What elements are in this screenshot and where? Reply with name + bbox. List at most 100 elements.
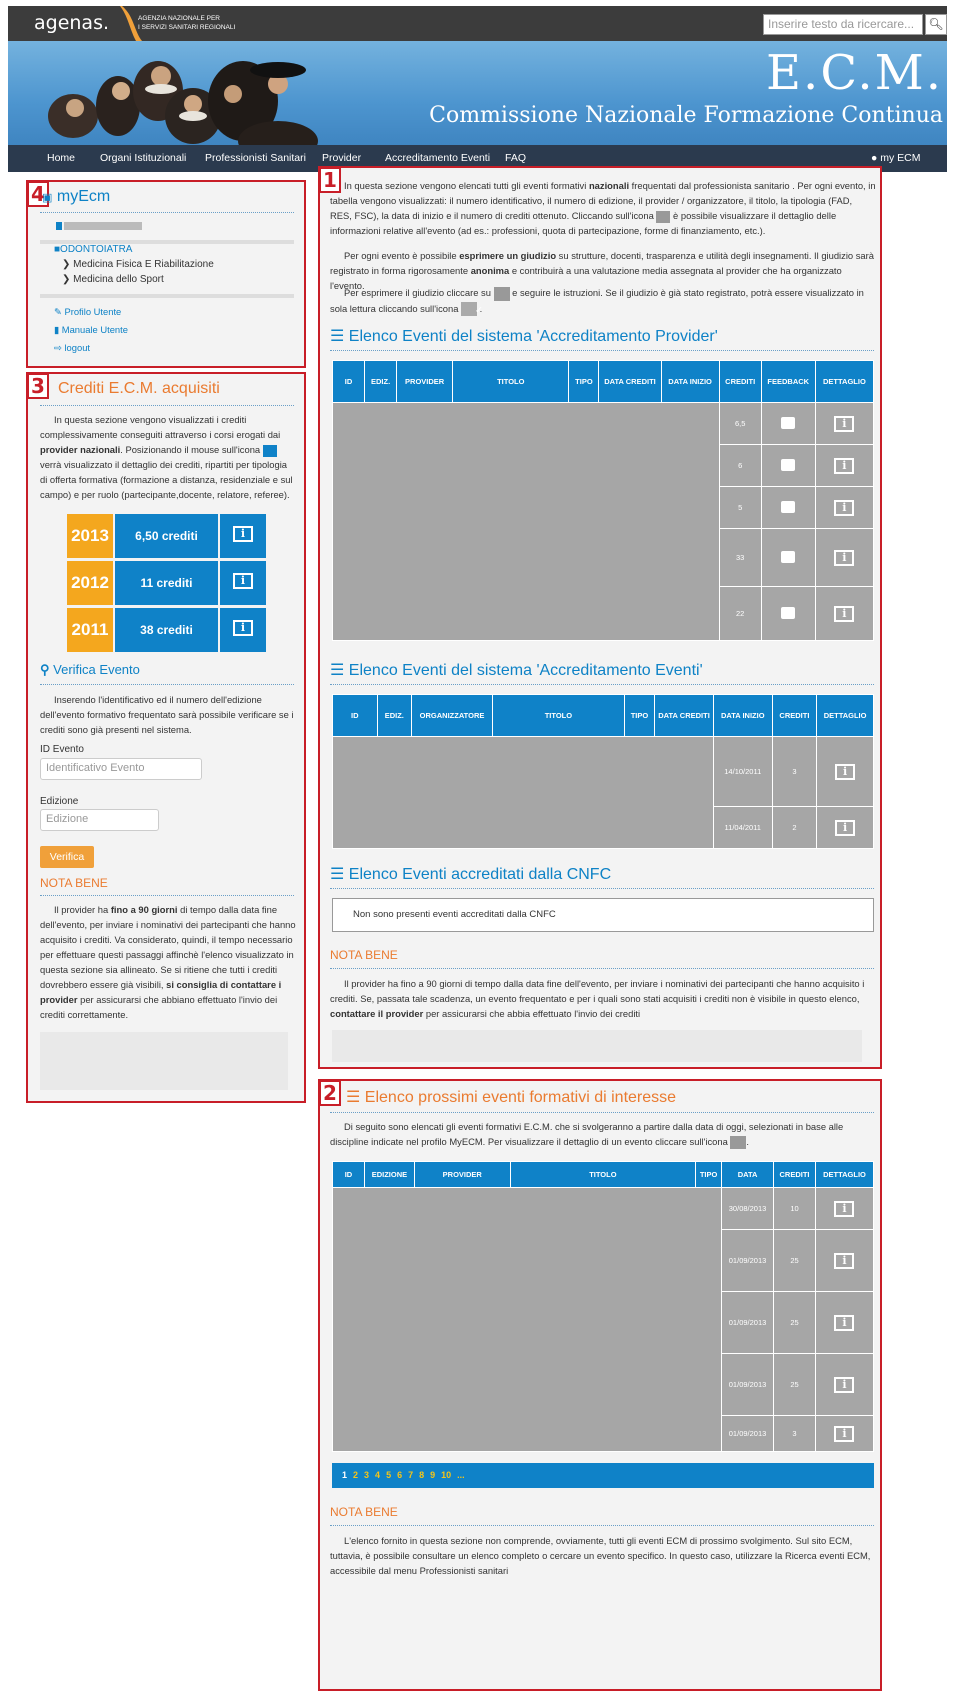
verify-button[interactable]: Verifica <box>40 846 94 868</box>
divider <box>330 888 874 889</box>
feedback-button[interactable] <box>760 528 816 587</box>
credits-cell: 3 <box>771 736 818 807</box>
thumbs-up-icon <box>781 416 796 429</box>
nota-title: NOTA BENE <box>40 876 108 890</box>
search-input[interactable]: Inserire testo da ricercare... <box>763 14 923 35</box>
col-header: ORGANIZZATORE <box>410 694 494 737</box>
page-link[interactable]: 6 <box>397 1470 402 1480</box>
page-link[interactable]: 3 <box>364 1470 369 1480</box>
table1-title: ☰ Elenco Eventi del sistema 'Accreditame… <box>330 328 718 345</box>
user-name-redacted <box>64 222 142 230</box>
page-link[interactable]: ... <box>457 1470 465 1480</box>
credits-cell: 33 <box>718 528 762 587</box>
info-button[interactable]: i <box>220 561 266 605</box>
verify-title: ⚲ Verifica Evento <box>40 662 140 677</box>
col-header: DETTAGLIO <box>814 360 875 403</box>
info-icon: i <box>834 1200 855 1217</box>
banner-title: E.C.M. <box>766 45 943 101</box>
discipline-item: ❯ Medicina Fisica E Riabilitazione <box>62 259 214 270</box>
date-cell: 14/10/2011 <box>712 736 773 807</box>
col-header: EDIZ. <box>376 694 413 737</box>
page-link[interactable]: 8 <box>419 1470 424 1480</box>
info-icon: i <box>834 499 855 516</box>
feedback-button[interactable] <box>760 486 816 529</box>
year-tile: 2012 <box>67 561 113 605</box>
detail-button[interactable]: i <box>814 1415 875 1452</box>
table-row: 30/08/2013 10 i <box>331 1187 875 1452</box>
cnfc-empty-message: Non sono presenti eventi accreditati dal… <box>332 898 874 932</box>
detail-button[interactable]: i <box>814 444 875 487</box>
detail-button[interactable]: i <box>814 1353 875 1416</box>
detail-button[interactable]: i <box>814 486 875 529</box>
col-header: CREDITI <box>773 1161 816 1188</box>
detail-button[interactable]: i <box>814 402 875 445</box>
feedback-button[interactable] <box>760 586 816 641</box>
nav-faq[interactable]: FAQ <box>505 152 526 164</box>
page-link[interactable]: 4 <box>375 1470 380 1480</box>
info-button[interactable]: i <box>220 608 266 652</box>
page-link[interactable]: 5 <box>386 1470 391 1480</box>
col-header: ID <box>332 694 378 737</box>
page-link[interactable]: 7 <box>408 1470 413 1480</box>
table-row: 14/10/2011 3 i <box>332 736 874 849</box>
event-id-input[interactable]: Identificativo Evento <box>40 758 202 780</box>
nav-provider[interactable]: Provider <box>322 152 361 164</box>
profile-link[interactable]: ✎ Profilo Utente <box>54 304 121 319</box>
date-cell: 01/09/2013 <box>721 1353 775 1416</box>
upcoming-events-table: ID EDIZIONE PROVIDER TITOLO TIPO DATA CR… <box>331 1161 875 1452</box>
manual-link[interactable]: ▮ Manuale Utente <box>54 322 128 337</box>
nav-my-ecm[interactable]: ● my ECM <box>871 152 921 164</box>
detail-button[interactable]: i <box>814 1291 875 1354</box>
credits-cell: 6,5 <box>718 402 762 445</box>
date-cell: 30/08/2013 <box>721 1187 775 1230</box>
divider <box>40 405 294 406</box>
credits-panel: 3 Crediti E.C.M. acquisiti In questa sez… <box>26 372 306 1103</box>
nav-organi[interactable]: Organi Istituzionali <box>100 152 186 164</box>
verify-text: Inserendo l'identificativo ed il numero … <box>40 694 294 735</box>
col-header: DETTAGLIO <box>814 1161 875 1188</box>
agenas-logo[interactable]: agenas. <box>34 12 109 34</box>
edition-input[interactable]: Edizione <box>40 809 159 831</box>
thumbs-up-icon <box>781 550 796 563</box>
col-header: PROVIDER <box>396 360 454 403</box>
banner-painting-image <box>48 61 318 145</box>
detail-button[interactable]: i <box>814 586 875 641</box>
credits-cell: 2 <box>771 806 818 849</box>
page-link[interactable]: 9 <box>430 1470 435 1480</box>
empty-box <box>40 1032 288 1090</box>
page-link[interactable]: 10 <box>441 1470 451 1480</box>
credits-title: Crediti E.C.M. acquisiti <box>58 380 220 397</box>
table2-title: ☰ Elenco Eventi del sistema 'Accreditame… <box>330 662 703 679</box>
nav-professionisti[interactable]: Professionisti Sanitari <box>205 152 306 164</box>
info-icon: i <box>834 457 855 474</box>
edition-label: Edizione <box>40 796 79 807</box>
nav-accreditamento[interactable]: Accreditamento Eventi <box>385 152 490 164</box>
divider <box>40 294 294 298</box>
events-panel: 1 In questa sezione vengono elencati tut… <box>318 166 882 1069</box>
thumbs-up-icon <box>493 286 510 301</box>
detail-button[interactable]: i <box>814 1229 875 1292</box>
col-header: DATA CREDITI <box>598 360 662 403</box>
list-icon: ☰ <box>330 328 345 345</box>
detail-button[interactable]: i <box>816 806 874 849</box>
wrench-icon: ✎ <box>54 306 62 317</box>
discipline-item: ❯ Medicina dello Sport <box>62 274 164 285</box>
credits-intro: In questa sezione vengono visualizzati i… <box>40 414 293 500</box>
info-button[interactable]: i <box>220 514 266 558</box>
col-header: DATA INIZIO <box>660 360 720 403</box>
detail-button[interactable]: i <box>816 736 874 807</box>
detail-button[interactable]: i <box>814 1187 875 1230</box>
page-link[interactable]: 2 <box>353 1470 358 1480</box>
detail-button[interactable]: i <box>814 528 875 587</box>
search-button[interactable]: 🔍︎ <box>925 14 947 35</box>
logout-link[interactable]: ⇨ logout <box>54 340 90 355</box>
monitor-icon: ▣ <box>42 192 53 204</box>
feedback-button[interactable] <box>760 402 816 445</box>
page-link[interactable]: 1 <box>342 1470 347 1480</box>
credits-cell: 10 <box>773 1187 816 1230</box>
nav-home[interactable]: Home <box>47 152 75 164</box>
feedback-button[interactable] <box>760 444 816 487</box>
logo-subtitle: AGENZIA NAZIONALE PER I SERVIZI SANITARI … <box>138 15 236 31</box>
col-header: FEEDBACK <box>760 360 816 403</box>
upcoming-title: ☰ Elenco prossimi eventi formativi di in… <box>346 1089 677 1106</box>
